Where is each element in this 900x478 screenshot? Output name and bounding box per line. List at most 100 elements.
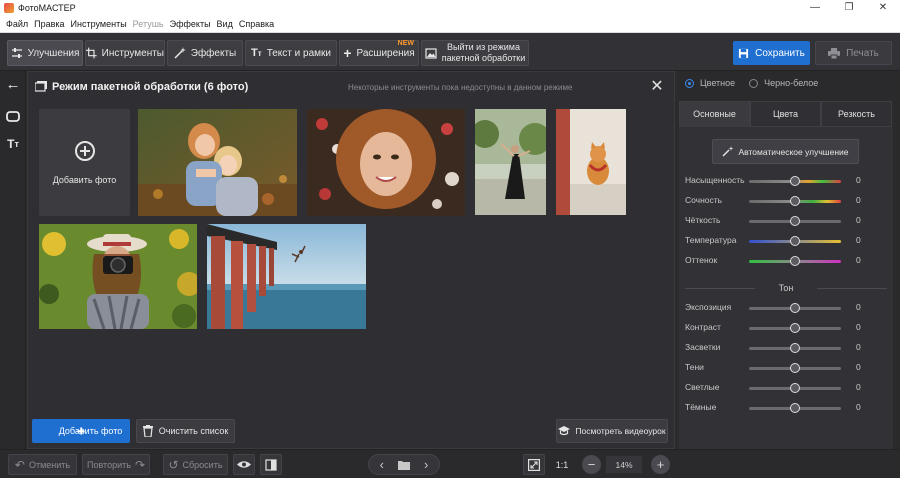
slider-highlights: Засветки 0 [685, 342, 885, 354]
auto-enhance-button[interactable]: Автоматическое улучшение [712, 139, 859, 164]
slider-knob[interactable] [790, 363, 800, 373]
radio-bw[interactable] [749, 78, 759, 88]
add-photo-tile[interactable]: Добавить фото [39, 109, 130, 216]
eye-icon [237, 461, 251, 468]
slider-knob[interactable] [790, 303, 800, 313]
exit-batch-line1: Выйти из режима [447, 42, 520, 52]
save-button[interactable]: Сохранить [733, 41, 810, 65]
frame-icon[interactable] [5, 108, 21, 124]
maximize-icon[interactable]: ❐ [832, 0, 866, 15]
compare-icon [265, 458, 277, 471]
exit-batch-mode-button[interactable]: Выйти из режима пакетной обработки [421, 40, 529, 66]
tab-text-frames[interactable]: Tт Текст и рамки [245, 40, 337, 66]
slider-label: Тёмные [685, 402, 717, 412]
next-photo-icon[interactable]: › [424, 457, 428, 472]
menu-effects[interactable]: Эффекты [170, 19, 211, 29]
slider-knob[interactable] [790, 403, 800, 413]
adjustments-panel: Цветное Черно-белое Основные Цвета Резко… [679, 71, 900, 449]
menu-edit[interactable]: Правка [34, 19, 64, 29]
mode-bw-label: Черно-белое [764, 78, 819, 88]
slider-label: Светлые [685, 382, 720, 392]
pier-diver-photo [207, 224, 366, 329]
photo-stack-icon [35, 81, 47, 92]
slider-label: Насыщенность [685, 175, 745, 185]
radio-color[interactable] [685, 78, 694, 88]
magic-wand-icon [174, 47, 186, 59]
slider-knob[interactable] [790, 196, 800, 206]
slider-knob[interactable] [790, 383, 800, 393]
fit-to-screen-button[interactable] [523, 454, 545, 475]
tab-basic[interactable]: Основные [679, 101, 750, 127]
clear-list-label: Очистить список [158, 426, 229, 436]
window-title: ФотоМАСТЕР [18, 2, 76, 13]
slider-value: 0 [856, 382, 861, 392]
children-photo [138, 109, 297, 216]
basic-adjustments: Автоматическое улучшение Насыщенность 0 … [679, 127, 893, 449]
prev-photo-icon[interactable]: ‹ [380, 457, 384, 472]
photo-thumbnail-photographer[interactable] [39, 224, 197, 329]
add-photo-button-label: Добавить фото [58, 426, 123, 436]
undo-icon: ↶ [14, 457, 25, 472]
tab-effects[interactable]: Эффекты [167, 40, 243, 66]
photo-thumbnail-dancer[interactable] [475, 109, 546, 215]
add-photo-button[interactable]: Добавить фото [32, 419, 130, 443]
compare-button[interactable] [260, 454, 282, 475]
batch-footer: Добавить фото Очистить список Посмотреть… [28, 416, 674, 448]
menu-retouch[interactable]: Ретушь [133, 19, 164, 29]
zoom-level[interactable]: 14% [606, 456, 642, 473]
batch-title: Режим пакетной обработки (6 фото) [52, 81, 249, 93]
slider-label: Тени [685, 362, 704, 372]
text-tool-icon[interactable]: Tт [5, 136, 21, 152]
reset-button[interactable]: ↺ Сбросить [163, 454, 228, 475]
slider-knob[interactable] [790, 236, 800, 246]
menu-view[interactable]: Вид [217, 19, 233, 29]
tab-extensions[interactable]: + Расширения NEW [339, 40, 419, 66]
close-window-icon[interactable]: ✕ [866, 0, 900, 15]
tab-colors[interactable]: Цвета [750, 101, 821, 127]
color-mode-selector: Цветное Черно-белое [685, 75, 818, 91]
redo-button[interactable]: Повторить ↷ [82, 454, 150, 475]
menu-help[interactable]: Справка [239, 19, 274, 29]
left-sidebar: ← Tт [0, 71, 26, 449]
dancer-photo [475, 109, 546, 215]
sliders-icon [11, 48, 22, 58]
tab-tools[interactable]: Инструменты [85, 40, 165, 66]
undo-button[interactable]: ↶ Отменить [8, 454, 77, 475]
slider-vibrance: Сочность 0 [685, 195, 885, 207]
slider-knob[interactable] [790, 216, 800, 226]
crop-icon [86, 47, 97, 59]
menu-tools[interactable]: Инструменты [71, 19, 127, 29]
slider-exposure: Экспозиция 0 [685, 302, 885, 314]
tab-improvements[interactable]: Улучшения [7, 40, 83, 66]
back-arrow-icon[interactable]: ← [5, 76, 21, 93]
add-circle-icon [40, 424, 54, 438]
actual-size-button[interactable]: 1:1 [551, 454, 573, 475]
zoom-in-icon[interactable]: + [651, 455, 670, 474]
slider-knob[interactable] [790, 176, 800, 186]
minimize-icon[interactable]: — [798, 0, 832, 15]
slider-knob[interactable] [790, 256, 800, 266]
tab-text-frames-label: Текст и рамки [266, 47, 331, 59]
photo-thumbnail-cat[interactable] [556, 109, 626, 215]
tab-sharpness[interactable]: Резкость [821, 101, 892, 127]
slider-value: 0 [856, 322, 861, 332]
slider-label: Оттенок [685, 255, 718, 265]
slider-saturation: Насыщенность 0 [685, 175, 885, 187]
add-circle-icon [74, 140, 95, 161]
slider-knob[interactable] [790, 323, 800, 333]
print-label: Печать [846, 47, 879, 59]
zoom-out-icon[interactable]: − [582, 455, 601, 474]
watch-tutorial-button[interactable]: Посмотреть видеоурок [556, 419, 668, 443]
divider [685, 288, 755, 289]
menu-file[interactable]: Файл [6, 19, 28, 29]
folder-icon[interactable] [398, 460, 410, 470]
photo-thumbnail-pier-diver[interactable] [207, 224, 366, 329]
photo-thumbnail-woman-flowers[interactable] [307, 109, 465, 216]
print-button[interactable]: Печать [815, 41, 892, 65]
batch-processing-panel: Режим пакетной обработки (6 фото) Некото… [27, 71, 675, 449]
photo-thumbnail-children[interactable] [138, 109, 297, 216]
close-batch-icon[interactable]: ✕ [648, 77, 666, 95]
preview-button[interactable] [233, 454, 255, 475]
slider-knob[interactable] [790, 343, 800, 353]
clear-list-button[interactable]: Очистить список [136, 419, 235, 443]
